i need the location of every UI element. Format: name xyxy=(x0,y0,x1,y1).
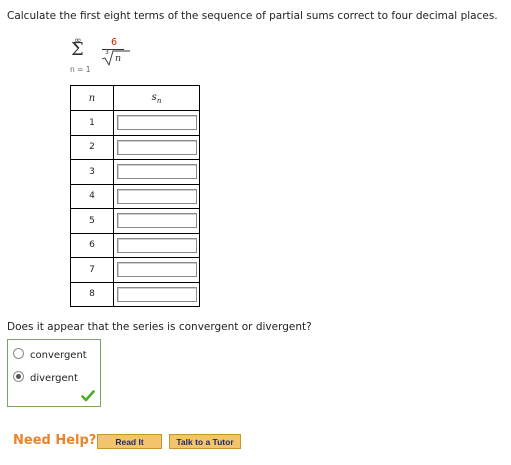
row-index: 3 xyxy=(70,159,114,185)
row-index: 1 xyxy=(70,110,114,136)
s-column-header: sn xyxy=(113,85,200,111)
divergent-label: divergent xyxy=(30,373,78,384)
convergent-label: convergent xyxy=(30,350,87,361)
partial-sum-input[interactable] xyxy=(116,262,197,278)
row-index: 4 xyxy=(70,183,114,209)
convergence-choice-group: convergent divergent xyxy=(7,339,101,407)
partial-sum-input[interactable] xyxy=(116,164,197,180)
read-it-button[interactable]: Read It xyxy=(97,434,162,449)
s-header-subscript: n xyxy=(156,96,162,105)
table-row: 2 xyxy=(70,134,200,160)
convergence-question: Does it appear that the series is conver… xyxy=(7,321,312,333)
talk-to-tutor-button[interactable]: Talk to a Tutor xyxy=(169,434,241,449)
table-row: 7 xyxy=(70,257,200,283)
table-row: 6 xyxy=(70,232,200,258)
series-lower-limit: n = 1 xyxy=(70,65,91,74)
root-index: 3 xyxy=(105,49,109,56)
row-index: 6 xyxy=(70,232,114,258)
checkmark-icon xyxy=(81,390,95,402)
table-row: 3 xyxy=(70,159,200,185)
partial-sum-input[interactable] xyxy=(116,213,197,229)
table-header-row: n sn xyxy=(70,85,200,111)
table-row: 4 xyxy=(70,183,200,209)
partial-sum-input[interactable] xyxy=(116,139,197,155)
divergent-radio[interactable] xyxy=(13,371,24,382)
choice-convergent[interactable]: convergent xyxy=(13,348,87,361)
choice-divergent[interactable]: divergent xyxy=(13,371,78,384)
table-row: 5 xyxy=(70,208,200,234)
table-row: 8 xyxy=(70,281,200,307)
partial-sums-table: n sn 1 2 3 4 5 6 7 8 xyxy=(70,85,200,307)
series-expression: ∞ Σ n = 1 6 3 n xyxy=(64,36,134,76)
table-row: 1 xyxy=(70,110,200,136)
question-text: Calculate the first eight terms of the s… xyxy=(7,10,498,22)
row-index: 8 xyxy=(70,281,114,307)
partial-sum-input[interactable] xyxy=(116,115,197,131)
sigma-symbol: Σ xyxy=(71,39,84,60)
need-help-label: Need Help? xyxy=(13,433,97,448)
n-column-header: n xyxy=(70,85,114,111)
partial-sum-input[interactable] xyxy=(116,286,197,302)
partial-sum-input[interactable] xyxy=(116,188,197,204)
radicand: n xyxy=(115,53,122,64)
partial-sum-input[interactable] xyxy=(116,237,197,253)
series-numerator: 6 xyxy=(110,37,118,48)
series-denominator: 3 n xyxy=(100,49,130,66)
row-index: 2 xyxy=(70,134,114,160)
row-index: 7 xyxy=(70,257,114,283)
convergent-radio[interactable] xyxy=(13,348,24,359)
row-index: 5 xyxy=(70,208,114,234)
